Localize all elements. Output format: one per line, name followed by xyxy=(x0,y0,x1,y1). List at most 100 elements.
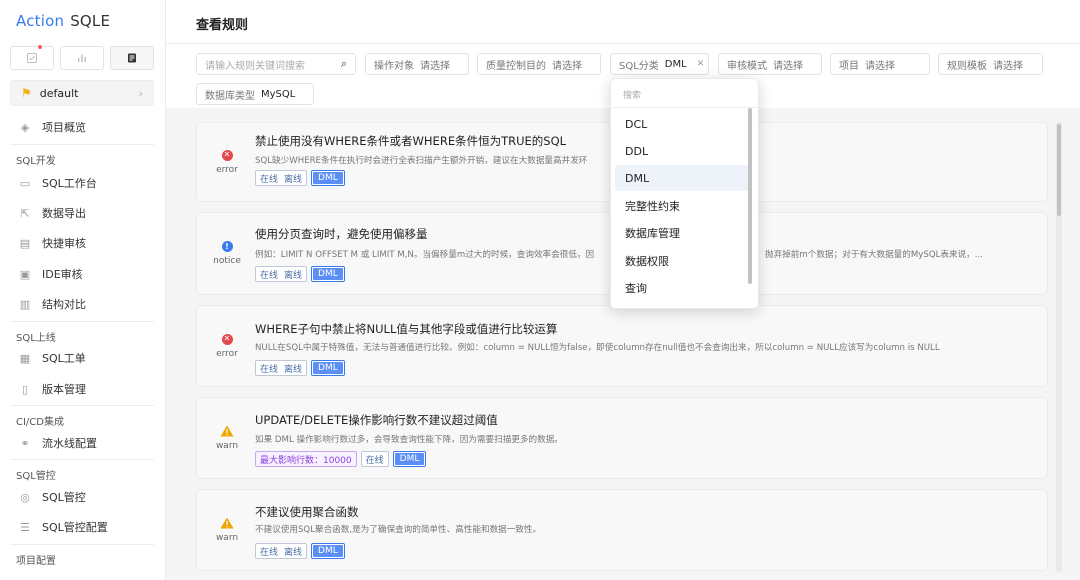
sidebar-item-sql-ticket[interactable]: ▦ SQL工单 xyxy=(0,345,166,371)
code-window-icon: ▣ xyxy=(19,267,31,281)
rule-desc: NULL在SQL中属于特殊值，无法与普通值进行比较。例如：column = NU… xyxy=(255,343,940,353)
sidebar-item-pipeline-config[interactable]: ⚭ 流水线配置 xyxy=(0,430,166,456)
rule-tags: 在线 离线 DML xyxy=(255,170,345,186)
rule-title: UPDATE/DELETE操作影响行数不建议超过阈值 xyxy=(255,413,498,427)
dropdown-option[interactable]: 查询 xyxy=(615,275,749,301)
radar-icon: ◎ xyxy=(20,490,30,504)
rule-level: warn xyxy=(197,490,257,570)
env-tag: 在线 离线 xyxy=(255,266,308,282)
nav-group-cicd: CI/CD集成 xyxy=(16,417,64,428)
rule-title: 使用分页查询时，避免使用偏移量 xyxy=(255,227,428,241)
project-select[interactable]: 项目 请选择 xyxy=(830,53,930,75)
rule-card[interactable]: warn UPDATE/DELETE操作影响行数不建议超过阈值 如果 DML 操… xyxy=(196,397,1048,479)
dropdown-scrollbar[interactable] xyxy=(748,108,752,284)
rule-level: ✕ error xyxy=(216,149,238,175)
page-title: 查看规则 xyxy=(196,18,249,33)
sidebar-item-sql-workbench[interactable]: ▭ SQL工作台 xyxy=(0,170,166,196)
audit-mode-select[interactable]: 审核模式 请选择 xyxy=(718,53,822,75)
file-check-icon: ▤ xyxy=(19,236,31,250)
app-logo[interactable]: Action SQLE xyxy=(16,12,110,30)
todo-mode-button[interactable] xyxy=(10,44,54,70)
rule-tags: 最大影响行数：10000 在线 DML xyxy=(255,451,427,467)
notification-dot xyxy=(37,44,43,50)
clear-icon[interactable]: ✕ xyxy=(697,59,705,69)
project-mode-button[interactable] xyxy=(110,46,154,70)
rule-desc: 不建议使用SQL聚合函数,是为了确保查询的简单性、高性能和数据一致性。 xyxy=(255,525,542,535)
sidebar-item-data-export[interactable]: ⇱ 数据导出 xyxy=(0,200,166,226)
search-icon[interactable]: ⌕ xyxy=(341,57,347,71)
sql-type-dropdown: 搜索 DCL DDL DML 完整性约束 数据库管理 数据权限 查询 xyxy=(610,78,760,309)
layers-icon: ◈ xyxy=(20,120,30,134)
rule-title: WHERE子句中禁止将NULL值与其他字段或值进行比较运算 xyxy=(255,322,558,336)
document-icon xyxy=(128,53,136,63)
mode-switcher xyxy=(10,44,154,70)
rule-tags: 在线 离线 DML xyxy=(255,360,345,376)
rule-template-select[interactable]: 规则模板 请选择 xyxy=(938,53,1043,75)
env-tag: 在线 离线 xyxy=(255,170,308,186)
sidebar: Action SQLE ⚑ default › ◈ 项目概览 SQL开发 ▭ SQL工… xyxy=(0,0,166,580)
sidebar-item-schema-compare[interactable]: ▥ 结构对比 xyxy=(0,291,166,317)
rule-card[interactable]: ✕ error WHERE子句中禁止将NULL值与其他字段或值进行比较运算 NU… xyxy=(196,305,1048,387)
rule-title: 不建议使用聚合函数 xyxy=(255,505,359,519)
project-selector[interactable]: ⚑ default › xyxy=(10,80,154,106)
rule-desc: 例如：LIMIT N OFFSET M 或 LIMIT M,N。当偏移量m过大的… xyxy=(255,250,595,260)
nav-group-sql-control: SQL管控 xyxy=(16,471,56,482)
rule-level: ! notice xyxy=(213,241,241,266)
dropdown-option[interactable]: 完整性约束 xyxy=(615,193,749,219)
dropdown-option[interactable]: 数据权限 xyxy=(615,248,749,274)
dropdown-option[interactable]: DDL xyxy=(615,138,749,164)
env-tag: 在线 离线 xyxy=(255,543,308,559)
flag-icon: ⚑ xyxy=(21,86,32,100)
sidebar-item-quick-audit[interactable]: ▤ 快捷审核 xyxy=(0,230,166,256)
error-icon: ✕ xyxy=(221,149,233,161)
compare-icon: ▥ xyxy=(19,297,31,311)
sidebar-item-ide-audit[interactable]: ▣ IDE审核 xyxy=(0,261,166,287)
dropdown-option[interactable]: DCL xyxy=(615,111,749,137)
rule-title: 禁止使用没有WHERE条件或者WHERE条件恒为TRUE的SQL xyxy=(255,134,567,148)
rule-desc-continued: 抛弃掉前m个数据；对于有大数据量的MySQL表来说，... xyxy=(765,250,983,260)
menu-icon: ☰ xyxy=(20,520,30,534)
rule-search-input[interactable]: 请输入规则关键词搜索 ⌕ xyxy=(196,53,356,75)
dropdown-search-input[interactable]: 搜索 xyxy=(623,88,641,101)
nav-group-project-config: 项目配置 xyxy=(16,556,56,567)
rule-desc: 如果 DML 操作影响行数过多，会导致查询性能下降，因为需要扫描更多的数据。 xyxy=(255,435,563,445)
sidebar-item-version-manage[interactable]: ▯ 版本管理 xyxy=(0,376,166,402)
dropdown-option[interactable]: 数据库管理 xyxy=(615,220,749,246)
sql-type-tag: DML xyxy=(311,170,345,186)
sql-type-select[interactable]: SQL分类 DML ✕ xyxy=(610,53,709,75)
project-name: default xyxy=(39,86,79,100)
env-tag: 在线 xyxy=(360,451,389,467)
sql-type-tag: DML xyxy=(311,266,345,282)
stats-mode-button[interactable] xyxy=(60,46,104,70)
sql-type-tag: DML xyxy=(392,451,427,467)
info-icon: ! xyxy=(221,241,233,252)
error-icon: ✕ xyxy=(221,333,233,345)
export-icon: ⇱ xyxy=(20,206,30,220)
warning-icon xyxy=(220,425,234,437)
warning-icon xyxy=(220,517,234,529)
dropdown-option-selected[interactable]: DML xyxy=(615,165,749,191)
param-tag: 最大影响行数：10000 xyxy=(255,451,357,467)
nav-group-sql-release: SQL上线 xyxy=(16,333,56,344)
quality-purpose-select[interactable]: 质量控制目的 请选择 xyxy=(477,53,601,75)
rule-tags: 在线 离线 DML xyxy=(255,543,345,559)
nav-group-sql-dev: SQL开发 xyxy=(16,156,56,167)
chevron-right-icon: › xyxy=(138,86,143,100)
rule-level: ✕ error xyxy=(216,333,238,359)
sidebar-item-sql-control-config[interactable]: ☰ SQL管控配置 xyxy=(0,514,166,540)
sql-type-tag: DML xyxy=(311,360,345,376)
op-object-select[interactable]: 操作对象 请选择 xyxy=(365,53,469,75)
sidebar-item-sql-control[interactable]: ◎ SQL管控 xyxy=(0,484,166,510)
sidebar-item-overview[interactable]: ◈ 项目概览 xyxy=(0,114,166,140)
list-scrollbar-thumb[interactable] xyxy=(1057,124,1061,216)
env-tag: 在线 离线 xyxy=(255,360,308,376)
pipeline-icon: ⚭ xyxy=(20,436,30,450)
file-version-icon: ▯ xyxy=(21,382,29,396)
db-type-select[interactable]: 数据库类型 MySQL xyxy=(196,83,314,105)
checklist-icon xyxy=(27,53,37,63)
monitor-icon: ▭ xyxy=(19,176,31,190)
sql-type-tag: DML xyxy=(311,543,345,559)
rule-level: warn xyxy=(197,398,257,478)
rule-card[interactable]: warn 不建议使用聚合函数 不建议使用SQL聚合函数,是为了确保查询的简单性、… xyxy=(196,489,1048,571)
clipboard-icon: ▦ xyxy=(19,351,31,365)
